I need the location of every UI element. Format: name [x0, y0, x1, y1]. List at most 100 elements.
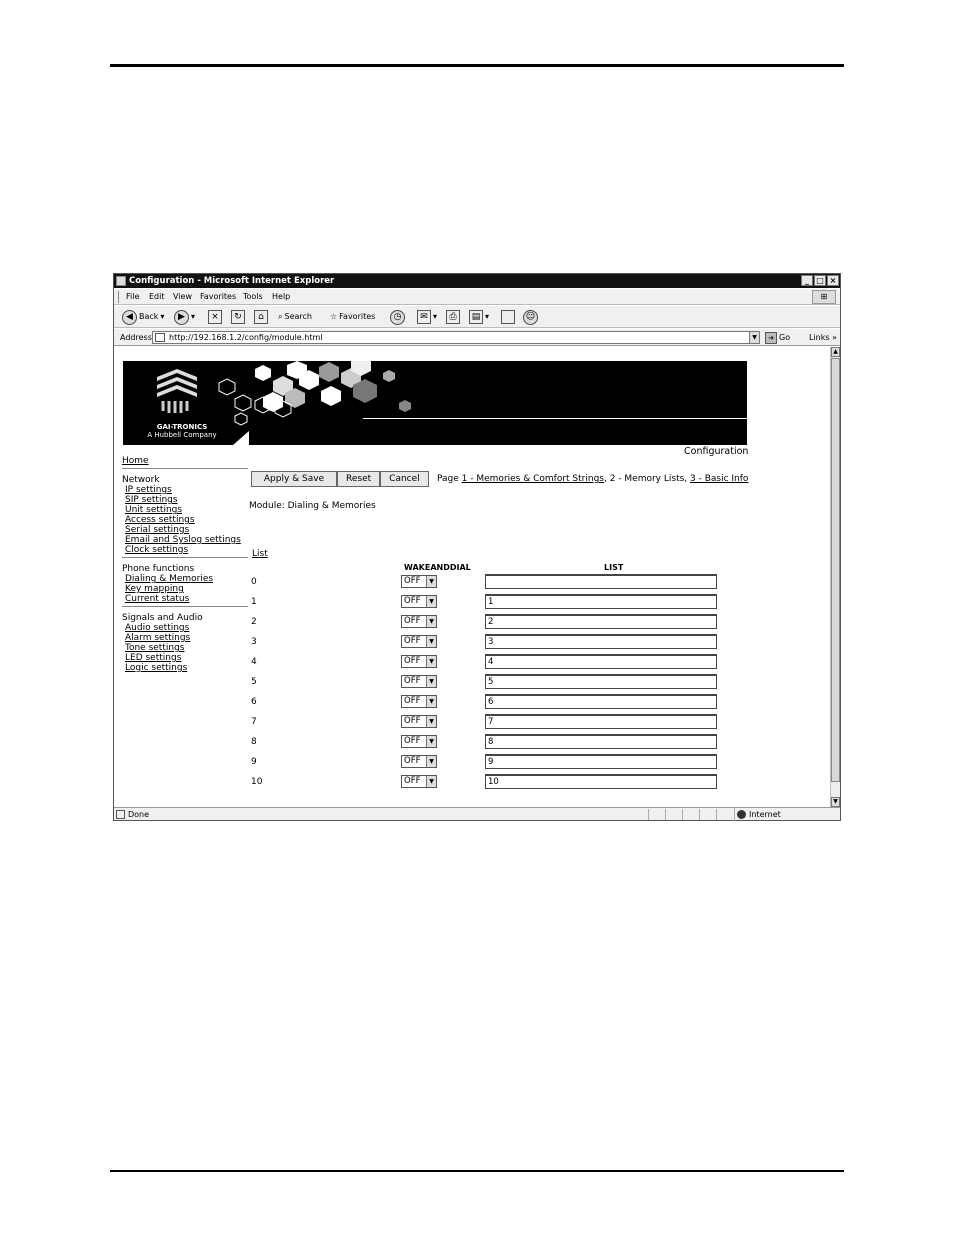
- table-row: 9 OFF ▼ 9: [251, 754, 721, 770]
- nav-home[interactable]: Home: [122, 456, 250, 466]
- nav-key-mapping[interactable]: Key mapping: [122, 584, 250, 594]
- address-dropdown-icon[interactable]: ▼: [749, 332, 759, 343]
- list-value: 5: [488, 677, 494, 687]
- forward-arrow-icon: ▶: [174, 309, 189, 325]
- wakeanddial-select[interactable]: OFF ▼: [401, 675, 437, 688]
- page-bottom-rule: [110, 1170, 844, 1172]
- nav-clock-settings[interactable]: Clock settings: [122, 545, 250, 555]
- header-banner: GAI-TRONICS A Hubbell Company: [123, 361, 747, 445]
- wakeanddial-select[interactable]: OFF ▼: [401, 595, 437, 608]
- wakeanddial-select[interactable]: OFF ▼: [401, 615, 437, 628]
- discuss-button[interactable]: [501, 309, 515, 325]
- nav-ip-settings[interactable]: IP settings: [122, 485, 250, 495]
- scroll-thumb[interactable]: [831, 358, 840, 782]
- page-link-1[interactable]: 1 - Memories & Comfort Strings: [462, 474, 604, 484]
- mail-button[interactable]: ✉ ▾: [417, 309, 437, 325]
- favorites-button[interactable]: ☆ Favorites: [330, 309, 375, 325]
- refresh-button[interactable]: ↻: [231, 309, 245, 325]
- window-title: Configuration - Microsoft Internet Explo…: [129, 276, 335, 286]
- wakeanddial-value: OFF: [404, 696, 421, 706]
- wakeanddial-select[interactable]: OFF ▼: [401, 775, 437, 788]
- wakeanddial-select[interactable]: OFF ▼: [401, 575, 437, 588]
- mail-dropdown-icon: ▾: [433, 312, 438, 321]
- list-value: 6: [488, 697, 494, 707]
- list-input[interactable]: 8: [485, 734, 717, 749]
- list-input[interactable]: 10: [485, 774, 717, 789]
- forward-button[interactable]: ▶ ▾: [174, 309, 195, 325]
- history-icon: ◷: [390, 309, 405, 325]
- wakeanddial-select[interactable]: OFF ▼: [401, 635, 437, 648]
- edit-icon: ▤: [469, 310, 483, 324]
- nav-access-settings[interactable]: Access settings: [122, 515, 250, 525]
- wakeanddial-select[interactable]: OFF ▼: [401, 735, 437, 748]
- nav-group-signals: Signals and Audio: [122, 613, 203, 623]
- row-number: 8: [251, 737, 257, 747]
- messenger-button[interactable]: ☺: [523, 309, 538, 325]
- vertical-scrollbar[interactable]: ▲ ▼: [830, 347, 840, 807]
- links-button[interactable]: Links »: [809, 329, 837, 346]
- go-button[interactable]: ➔ Go: [765, 331, 790, 344]
- table-row: 4 OFF ▼ 4: [251, 654, 721, 670]
- list-input[interactable]: 6: [485, 694, 717, 709]
- list-input[interactable]: 2: [485, 614, 717, 629]
- close-button[interactable]: ×: [827, 275, 839, 286]
- stop-button[interactable]: ×: [208, 309, 222, 325]
- scroll-down-icon[interactable]: ▼: [831, 797, 840, 807]
- list-input[interactable]: 1: [485, 594, 717, 609]
- menu-edit[interactable]: Edit: [149, 289, 165, 305]
- address-url: http://192.168.1.2/config/module.html: [169, 333, 323, 342]
- back-button[interactable]: ◀ Back ▾: [122, 309, 164, 325]
- nav-alarm-settings[interactable]: Alarm settings: [122, 633, 250, 643]
- nav-dialing-memories[interactable]: Dialing & Memories: [122, 574, 250, 584]
- nav-led-settings[interactable]: LED settings: [122, 653, 250, 663]
- globe-icon: [737, 810, 746, 819]
- page-navigation: Page 1 - Memories & Comfort Strings, 2 -…: [437, 474, 748, 484]
- page-top-rule: [110, 64, 844, 67]
- menu-file[interactable]: File: [126, 289, 139, 305]
- home-button[interactable]: ⌂: [254, 309, 268, 325]
- list-input[interactable]: 7: [485, 714, 717, 729]
- windows-logo-icon: ⊞: [812, 290, 836, 304]
- nav-sip-settings[interactable]: SIP settings: [122, 495, 250, 505]
- list-link[interactable]: List: [252, 549, 268, 559]
- menu-favorites[interactable]: Favorites: [200, 289, 236, 305]
- list-input[interactable]: 3: [485, 634, 717, 649]
- menu-view[interactable]: View: [173, 289, 192, 305]
- search-button[interactable]: ⌕ Search: [278, 309, 312, 325]
- list-input[interactable]: 9: [485, 754, 717, 769]
- edit-dropdown-icon: ▾: [485, 312, 490, 321]
- minimize-button[interactable]: _: [801, 275, 813, 286]
- list-value: 3: [488, 637, 494, 647]
- page-link-3[interactable]: 3 - Basic Info: [690, 474, 748, 484]
- wakeanddial-select[interactable]: OFF ▼: [401, 715, 437, 728]
- print-button[interactable]: ⎙: [446, 309, 460, 325]
- wakeanddial-value: OFF: [404, 636, 421, 646]
- maximize-button[interactable]: □: [814, 275, 826, 286]
- nav-audio-settings[interactable]: Audio settings: [122, 623, 250, 633]
- address-input[interactable]: http://192.168.1.2/config/module.html ▼: [152, 331, 760, 344]
- list-input[interactable]: 5: [485, 674, 717, 689]
- nav-logic-settings[interactable]: Logic settings: [122, 663, 250, 673]
- star-icon: ☆: [330, 312, 338, 321]
- cancel-button[interactable]: Cancel: [380, 471, 429, 487]
- list-input[interactable]: 4: [485, 654, 717, 669]
- wakeanddial-select[interactable]: OFF ▼: [401, 695, 437, 708]
- nav-email-syslog-settings[interactable]: Email and Syslog settings: [122, 535, 250, 545]
- scroll-up-icon[interactable]: ▲: [831, 347, 840, 357]
- history-button[interactable]: ◷: [390, 309, 405, 325]
- list-input[interactable]: [485, 574, 717, 589]
- apply-save-button[interactable]: Apply & Save: [251, 471, 337, 487]
- wakeanddial-select[interactable]: OFF ▼: [401, 755, 437, 768]
- nav-current-status[interactable]: Current status: [122, 594, 250, 604]
- nav-tone-settings[interactable]: Tone settings: [122, 643, 250, 653]
- chevron-down-icon: ▼: [426, 676, 436, 687]
- menu-tools[interactable]: Tools: [243, 289, 263, 305]
- reset-button[interactable]: Reset: [337, 471, 381, 487]
- menu-help[interactable]: Help: [272, 289, 290, 305]
- edit-button[interactable]: ▤ ▾: [469, 309, 489, 325]
- page-icon: [155, 333, 165, 342]
- nav-serial-settings[interactable]: Serial settings: [122, 525, 250, 535]
- nav-unit-settings[interactable]: Unit settings: [122, 505, 250, 515]
- row-number: 0: [251, 577, 257, 587]
- wakeanddial-select[interactable]: OFF ▼: [401, 655, 437, 668]
